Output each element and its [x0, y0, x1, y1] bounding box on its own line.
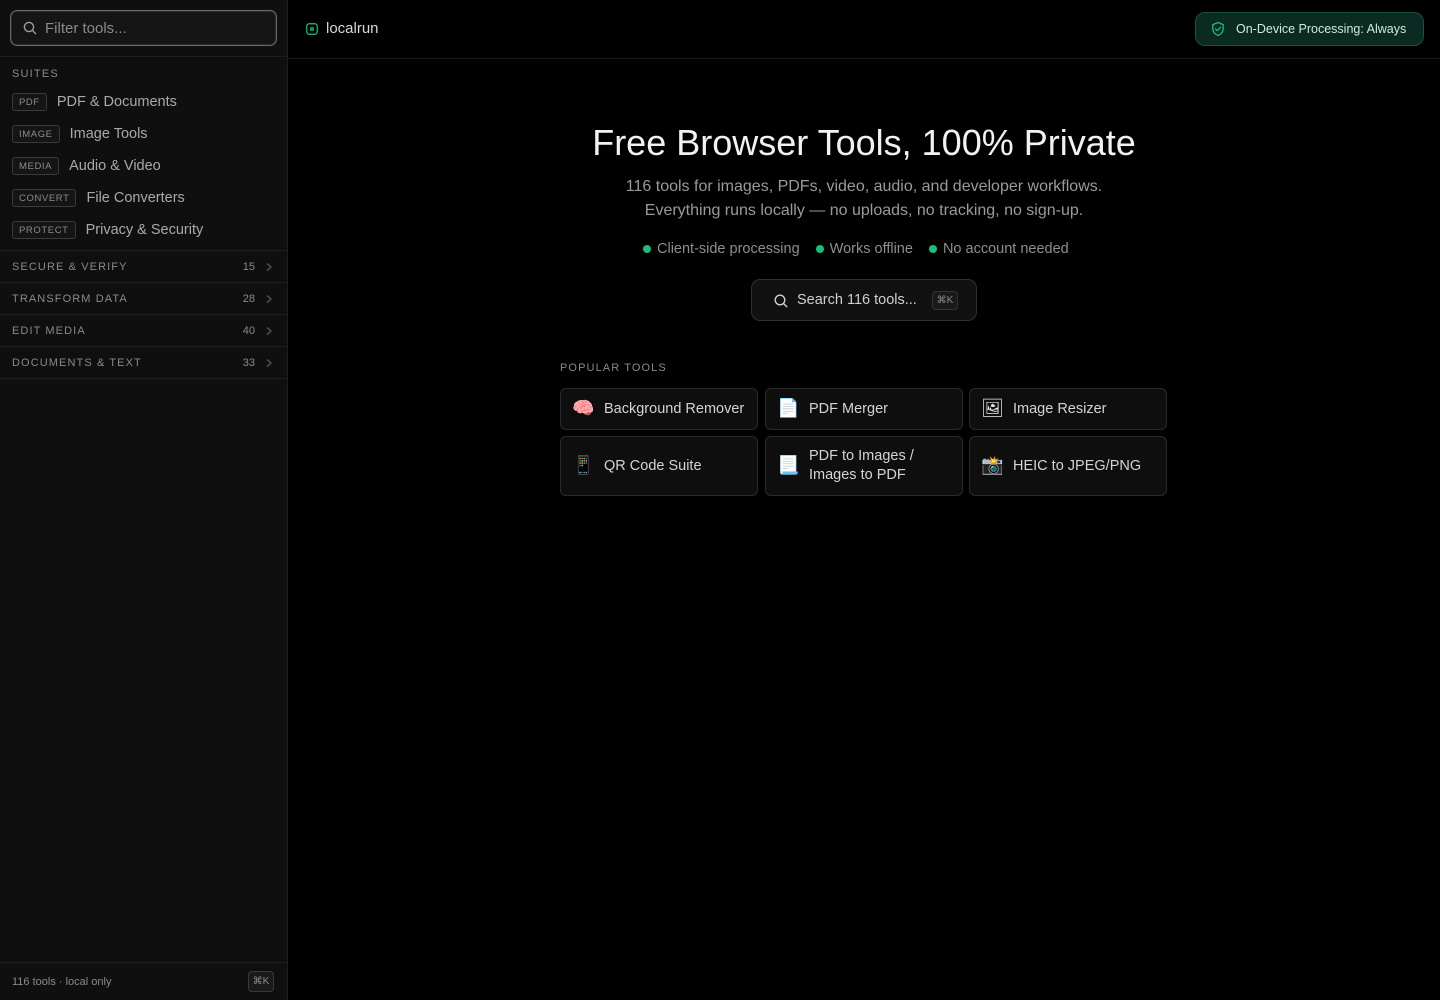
feature-item: Client-side processing [643, 241, 800, 257]
suite-tag: MEDIA [12, 157, 60, 175]
suite-label: Privacy & Security [85, 222, 204, 238]
tool-label: Background Remover [604, 400, 745, 417]
filter-field[interactable] [10, 10, 277, 46]
phone-icon: 📱 [572, 455, 595, 476]
group-label: TRANSFORM DATA [12, 293, 128, 305]
search-icon [774, 294, 788, 308]
tool-label: QR Code Suite [604, 457, 702, 474]
status-dot-icon [815, 245, 824, 253]
tool-card-pdf-to-images[interactable]: 📃 PDF to Images / Images to PDF [765, 436, 963, 496]
tool-label: Image Resizer [1013, 400, 1107, 417]
top-header: localrun On-Device Processing: Always [288, 0, 1440, 59]
brand-logo-icon [306, 23, 318, 35]
group-count: 40 [242, 325, 255, 337]
search-label: Search 116 tools... [797, 292, 917, 308]
shield-check-icon [1212, 21, 1224, 37]
suites-heading: SUITES [12, 68, 59, 80]
filter-input[interactable] [45, 11, 270, 45]
search-icon [23, 21, 37, 35]
group-secure-verify[interactable]: SECURE & VERIFY 15 [0, 250, 287, 282]
group-count: 28 [242, 293, 255, 305]
group-label: SECURE & VERIFY [12, 261, 128, 273]
suite-label: PDF & Documents [56, 94, 177, 110]
suite-item-media[interactable]: MEDIA Audio & Video [12, 154, 161, 178]
chevron-right-icon [266, 295, 272, 303]
brain-icon: 🧠 [572, 398, 595, 419]
tool-count-text: 116 tools · local only [12, 976, 112, 988]
hero-subtitle-line2: Everything runs locally — no uploads, no… [644, 202, 1084, 219]
status-dot-icon [928, 245, 937, 253]
status-dot-icon [643, 245, 651, 253]
divider [0, 378, 287, 379]
group-count: 15 [242, 261, 255, 273]
suite-item-convert[interactable]: CONVERT File Converters [12, 186, 185, 210]
suite-tag: PDF [12, 93, 47, 111]
suite-label: Image Tools [69, 126, 148, 142]
search-shortcut: ⌘K [932, 291, 958, 310]
group-transform-data[interactable]: TRANSFORM DATA 28 [0, 282, 287, 314]
feature-item: No account needed [928, 241, 1069, 257]
suite-tag: IMAGE [12, 125, 60, 143]
feature-text: Client-side processing [657, 241, 800, 257]
suite-tag: PROTECT [12, 221, 76, 239]
picture-icon: 🖼 [981, 398, 1004, 419]
popular-tools-heading: POPULAR TOOLS [560, 362, 667, 374]
page-icon: 📃 [777, 455, 800, 476]
group-label: EDIT MEDIA [12, 325, 86, 337]
group-label: DOCUMENTS & TEXT [12, 357, 142, 369]
page-title: Free Browser Tools, 100% Private [592, 122, 1136, 163]
feature-text: Works offline [829, 241, 913, 257]
camera-flash-icon: 📸 [981, 455, 1004, 476]
suite-label: File Converters [86, 190, 185, 206]
command-palette-shortcut[interactable]: ⌘K [248, 971, 274, 992]
hero-subtitle-line1: 116 tools for images, PDFs, video, audio… [625, 178, 1103, 195]
divider [0, 56, 287, 57]
feature-list: Client-side processing Works offline No … [643, 240, 1085, 258]
group-documents-text[interactable]: DOCUMENTS & TEXT 33 [0, 346, 287, 378]
feature-item: Works offline [815, 241, 913, 257]
tool-label: PDF Merger [809, 400, 888, 417]
tool-card-heic-converter[interactable]: 📸 HEIC to JPEG/PNG [969, 436, 1167, 496]
privacy-badge: On-Device Processing: Always [1195, 12, 1424, 46]
suite-item-image[interactable]: IMAGE Image Tools [12, 122, 148, 146]
tool-label: PDF to Images / Images to PDF [809, 448, 914, 483]
suite-tag: CONVERT [12, 189, 77, 207]
sidebar-footer: 116 tools · local only ⌘K [0, 962, 287, 1000]
suite-label: Audio & Video [69, 158, 161, 174]
chevron-right-icon [266, 263, 272, 271]
search-tools-button[interactable]: Search 116 tools... ⌘K [751, 279, 977, 321]
feature-text: No account needed [942, 241, 1069, 257]
document-icon: 📄 [777, 398, 800, 419]
suite-item-pdf[interactable]: PDF PDF & Documents [12, 90, 177, 114]
chevron-right-icon [266, 359, 272, 367]
group-count: 33 [242, 357, 255, 369]
tool-card-qr-code-suite[interactable]: 📱 QR Code Suite [560, 436, 758, 496]
privacy-badge-text: On-Device Processing: Always [1236, 22, 1407, 36]
tool-card-pdf-merger[interactable]: 📄 PDF Merger [765, 388, 963, 430]
sidebar: SUITES PDF PDF & Documents IMAGE Image T… [0, 0, 288, 1000]
tool-card-background-remover[interactable]: 🧠 Background Remover [560, 388, 758, 430]
brand-name[interactable]: localrun [326, 20, 379, 37]
tool-label: HEIC to JPEG/PNG [1013, 457, 1142, 474]
suite-item-protect[interactable]: PROTECT Privacy & Security [12, 218, 203, 242]
tool-card-image-resizer[interactable]: 🖼 Image Resizer [969, 388, 1167, 430]
group-edit-media[interactable]: EDIT MEDIA 40 [0, 314, 287, 346]
chevron-right-icon [266, 327, 272, 335]
